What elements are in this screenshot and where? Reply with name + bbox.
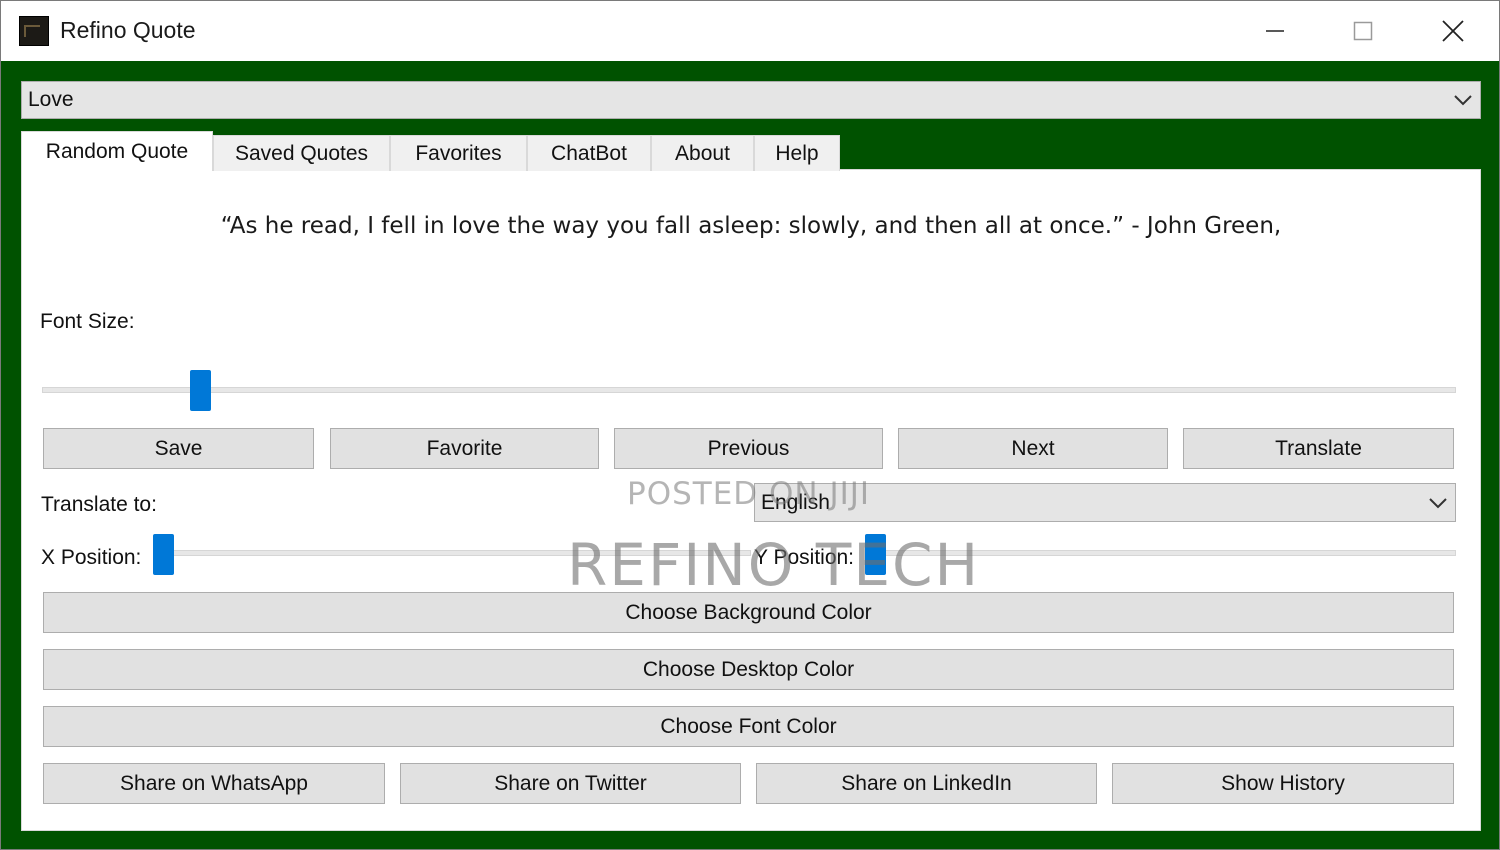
font-size-slider-thumb[interactable] <box>189 370 211 411</box>
close-button[interactable] <box>1409 1 1497 61</box>
x-position-slider-thumb[interactable] <box>153 534 174 575</box>
language-select[interactable]: English <box>754 483 1456 522</box>
tab-favorites[interactable]: Favorites <box>390 135 527 171</box>
translate-button[interactable]: Translate <box>1183 428 1454 469</box>
y-position-slider-track[interactable] <box>865 550 1456 556</box>
choose-desktop-color-button[interactable]: Choose Desktop Color <box>43 649 1454 690</box>
y-position-label: Y Position: <box>754 546 855 569</box>
maximize-button[interactable] <box>1319 1 1407 61</box>
tab-random-quote[interactable]: Random Quote <box>21 131 213 171</box>
save-button[interactable]: Save <box>43 428 314 469</box>
translate-to-label: Translate to: <box>41 493 157 516</box>
close-icon <box>1442 20 1464 42</box>
x-position-slider-track[interactable] <box>153 550 751 556</box>
next-button[interactable]: Next <box>898 428 1168 469</box>
app-logo-icon <box>19 16 49 46</box>
maximize-icon <box>1353 21 1373 41</box>
share-linkedin-button[interactable]: Share on LinkedIn <box>756 763 1097 804</box>
minimize-icon <box>1266 30 1284 32</box>
chevron-down-icon <box>1429 497 1447 508</box>
previous-button[interactable]: Previous <box>614 428 883 469</box>
tab-about[interactable]: About <box>651 135 754 171</box>
choose-background-color-button[interactable]: Choose Background Color <box>43 592 1454 633</box>
font-size-label: Font Size: <box>40 310 135 333</box>
tab-chatbot[interactable]: ChatBot <box>527 135 651 171</box>
window-title: Refino Quote <box>60 17 196 43</box>
share-twitter-button[interactable]: Share on Twitter <box>400 763 741 804</box>
favorite-button[interactable]: Favorite <box>330 428 599 469</box>
choose-font-color-button[interactable]: Choose Font Color <box>43 706 1454 747</box>
app-window: Refino Quote Love Random Quote Saved Quo… <box>0 0 1500 850</box>
category-selected-value: Love <box>28 88 74 111</box>
x-position-label: X Position: <box>41 546 142 569</box>
tab-help[interactable]: Help <box>754 135 840 171</box>
language-selected-value: English <box>761 490 830 514</box>
chevron-down-icon <box>1454 95 1472 106</box>
title-bar[interactable]: Refino Quote <box>1 1 1499 61</box>
minimize-button[interactable] <box>1231 1 1319 61</box>
show-history-button[interactable]: Show History <box>1112 763 1454 804</box>
font-size-slider-track[interactable] <box>42 387 1456 393</box>
share-whatsapp-button[interactable]: Share on WhatsApp <box>43 763 385 804</box>
quote-text: “As he read, I fell in love the way you … <box>220 213 1282 239</box>
tab-saved-quotes[interactable]: Saved Quotes <box>213 135 390 171</box>
category-select[interactable]: Love <box>21 81 1481 119</box>
y-position-slider-thumb[interactable] <box>865 534 886 575</box>
